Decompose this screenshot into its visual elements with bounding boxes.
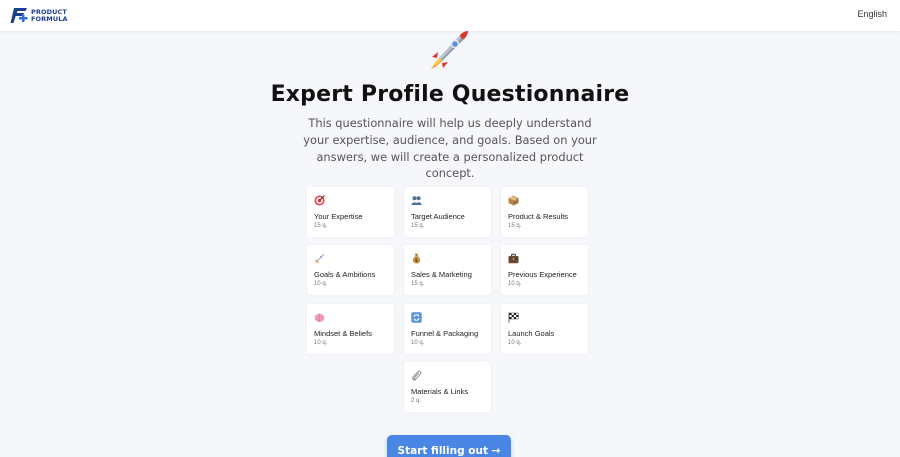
section-question-count: 15 q.	[411, 281, 425, 287]
paperclip-icon	[412, 370, 422, 381]
package-icon	[508, 195, 519, 206]
section-card-sales-marketing[interactable]: $ Sales & Marketing 15 q.	[404, 245, 491, 295]
section-card-mindset-beliefs[interactable]: Mindset & Beliefs 10 q.	[307, 304, 394, 354]
section-card-funnel-packaging[interactable]: Funnel & Packaging 10 q.	[404, 304, 491, 354]
section-title: Materials & Links	[411, 387, 469, 396]
section-title: Your Expertise	[314, 212, 363, 221]
section-question-count: 10 q.	[508, 340, 522, 346]
section-card-previous-experience[interactable]: Previous Experience 10 q.	[501, 245, 588, 295]
money-bag-icon: $	[412, 253, 421, 264]
section-title: Funnel & Packaging	[411, 329, 479, 338]
people-icon	[411, 196, 422, 205]
brain-icon	[314, 313, 325, 323]
section-title: Sales & Marketing	[411, 270, 472, 279]
section-card-launch-goals[interactable]: Launch Goals 10 q.	[501, 304, 588, 354]
section-question-count: 10 q.	[411, 340, 425, 346]
section-title: Product & Results	[508, 212, 569, 221]
briefcase-icon	[508, 253, 519, 264]
section-card-product-results[interactable]: Product & Results 15 q.	[501, 187, 588, 237]
cycle-icon	[411, 312, 422, 323]
section-question-count: 15 q.	[508, 223, 522, 229]
svg-text:$: $	[415, 258, 419, 264]
section-question-count: 15 q.	[314, 223, 328, 229]
rocket-icon	[314, 253, 325, 264]
start-filling-out-button[interactable]: Start filling out →	[387, 435, 511, 457]
section-title: Goals & Ambitions	[314, 270, 376, 279]
section-question-count: 10 q.	[508, 281, 522, 287]
section-card-goals-ambitions[interactable]: Goals & Ambitions 10 q.	[307, 245, 394, 295]
section-question-count: 2 q.	[411, 398, 422, 404]
section-question-count: 10 q.	[314, 340, 328, 346]
section-card-target-audience[interactable]: Target Audience 15 q.	[404, 187, 491, 237]
section-question-count: 15 q.	[411, 223, 425, 229]
target-icon	[314, 195, 325, 206]
section-card-materials-links[interactable]: Materials & Links 2 q.	[404, 362, 491, 412]
section-title: Target Audience	[411, 212, 465, 221]
checkered-flag-icon	[508, 312, 519, 323]
section-title: Mindset & Beliefs	[314, 329, 372, 338]
section-card-your-expertise[interactable]: Your Expertise 15 q.	[307, 187, 394, 237]
section-title: Previous Experience	[508, 270, 577, 279]
section-question-count: 10 q.	[314, 281, 328, 287]
section-title: Launch Goals	[508, 329, 555, 338]
sections-grid: Your Expertise 15 q. Target Audience 15 …	[0, 0, 900, 457]
